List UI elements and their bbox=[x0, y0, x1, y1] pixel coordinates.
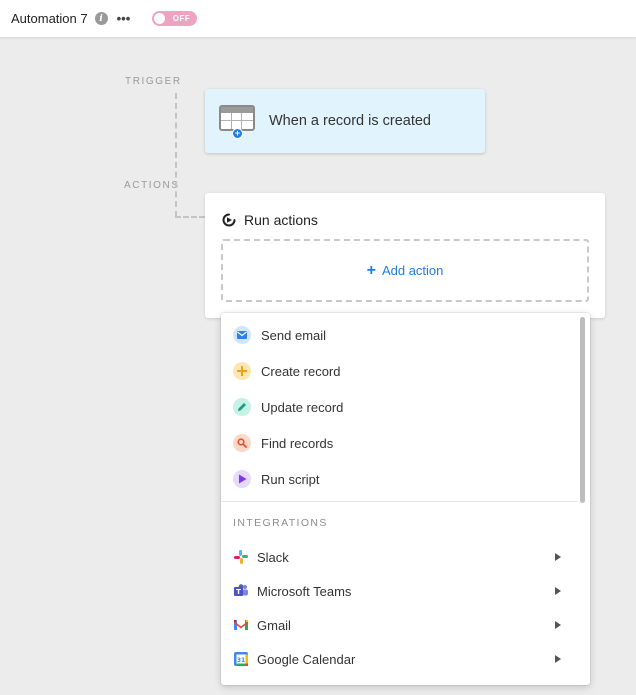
add-badge-icon: + bbox=[232, 128, 243, 139]
actions-title: Run actions bbox=[244, 212, 318, 228]
search-icon bbox=[233, 434, 251, 452]
integration-label: Slack bbox=[257, 549, 289, 565]
svg-text:31: 31 bbox=[237, 657, 245, 664]
menu-item-label: Create record bbox=[261, 363, 341, 379]
add-action-button[interactable]: + Add action bbox=[221, 239, 589, 302]
pencil-icon bbox=[233, 398, 251, 416]
chevron-right-icon bbox=[555, 587, 561, 595]
slack-icon bbox=[234, 550, 248, 564]
table-icon: + bbox=[219, 105, 255, 139]
automation-toggle[interactable]: OFF bbox=[152, 11, 198, 26]
dropdown-divider bbox=[221, 501, 579, 502]
actions-header: Run actions bbox=[221, 212, 318, 228]
menu-item-label: Run script bbox=[261, 471, 320, 487]
automation-header: Automation 7 i ••• OFF bbox=[0, 0, 636, 38]
actions-section-label: ACTIONS bbox=[124, 180, 180, 191]
plus-icon: + bbox=[366, 261, 376, 279]
toggle-knob bbox=[154, 13, 166, 24]
integration-item-gmail[interactable]: Gmail bbox=[221, 608, 576, 642]
menu-item-label: Update record bbox=[261, 399, 344, 415]
dropdown-scrollbar[interactable] bbox=[580, 317, 585, 503]
automation-title[interactable]: Automation 7 bbox=[11, 11, 88, 26]
integration-label: Google Calendar bbox=[257, 651, 356, 667]
integration-item-google-calendar[interactable]: 31 Google Calendar bbox=[221, 642, 576, 676]
toggle-label: OFF bbox=[172, 14, 191, 23]
flow-connector-horizontal bbox=[175, 216, 205, 218]
menu-item-label: Find records bbox=[261, 435, 334, 451]
menu-item-update-record[interactable]: Update record bbox=[221, 389, 576, 425]
more-options-icon[interactable]: ••• bbox=[117, 12, 131, 25]
integration-label: Gmail bbox=[257, 617, 291, 633]
integration-item-microsoft-teams[interactable]: T Microsoft Teams bbox=[221, 574, 576, 608]
trigger-section-label: TRIGGER bbox=[125, 76, 182, 87]
svg-text:T: T bbox=[236, 588, 241, 596]
add-action-label: Add action bbox=[381, 263, 444, 278]
plus-icon bbox=[233, 362, 251, 380]
menu-item-send-email[interactable]: Send email bbox=[221, 317, 576, 353]
teams-icon: T bbox=[234, 584, 248, 596]
run-actions-icon bbox=[222, 213, 236, 227]
flow-connector-vertical bbox=[175, 93, 177, 217]
trigger-card[interactable]: + When a record is created bbox=[205, 89, 485, 153]
menu-item-find-records[interactable]: Find records bbox=[221, 425, 576, 461]
google-calendar-icon: 31 bbox=[234, 652, 248, 666]
play-icon bbox=[233, 470, 251, 488]
chevron-right-icon bbox=[555, 655, 561, 663]
actions-card: Run actions + Add action bbox=[205, 193, 605, 318]
gmail-icon bbox=[234, 620, 248, 630]
mail-icon bbox=[233, 326, 251, 344]
menu-item-run-script[interactable]: Run script bbox=[221, 461, 576, 497]
info-icon[interactable]: i bbox=[94, 12, 108, 25]
trigger-description: When a record is created bbox=[269, 113, 431, 129]
menu-item-create-record[interactable]: Create record bbox=[221, 353, 576, 389]
action-dropdown: Send email Create record Update record F… bbox=[221, 313, 590, 685]
menu-item-label: Send email bbox=[261, 327, 327, 343]
integrations-section-label: INTEGRATIONS bbox=[233, 517, 328, 529]
integration-label: Microsoft Teams bbox=[257, 583, 352, 599]
integration-item-slack[interactable]: Slack bbox=[221, 540, 576, 574]
chevron-right-icon bbox=[555, 621, 561, 629]
chevron-right-icon bbox=[555, 553, 561, 561]
